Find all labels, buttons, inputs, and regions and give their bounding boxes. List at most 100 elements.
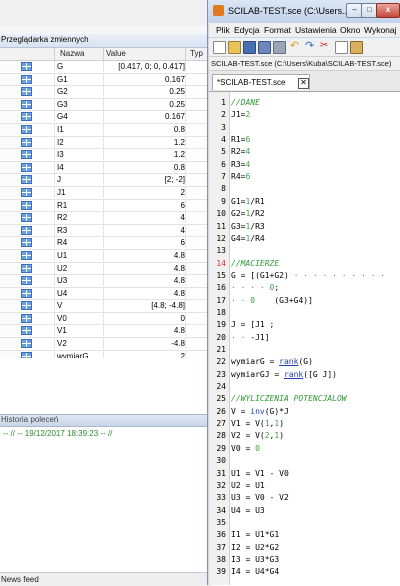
code-line[interactable]: 6 R3=4	[209, 160, 400, 172]
code-line[interactable]: 1 //DANE	[209, 98, 400, 110]
code-line[interactable]: 16 · · · · 0;	[209, 283, 400, 295]
menu-format[interactable]: Format	[264, 25, 291, 35]
code-line[interactable]: 5 R2=4	[209, 147, 400, 159]
variable-row[interactable]: R4 6	[0, 237, 212, 250]
variable-row[interactable]: V [4.8; -4.8]	[0, 300, 212, 313]
variable-row[interactable]: I3 1.2	[0, 149, 212, 162]
code-line[interactable]: 19 J = [J1 ;	[209, 320, 400, 332]
cell-divider	[54, 300, 55, 312]
code-line[interactable]: 3	[209, 123, 400, 135]
cut-icon[interactable]: ✂	[320, 41, 331, 52]
code-line[interactable]: 2 J1=2	[209, 110, 400, 122]
variable-name: U1	[57, 250, 68, 260]
code-line[interactable]: 12 G4=1/R4	[209, 234, 400, 246]
history-entry[interactable]: -- // -- 19/12/2017 18:39:23 -- //	[3, 429, 112, 438]
undo-icon[interactable]: ↶	[290, 41, 301, 52]
code-line[interactable]: 35	[209, 518, 400, 530]
code-token: ([G J])	[303, 369, 337, 379]
code-line[interactable]: 25 //WYLICZENIA POTENCJALOW	[209, 394, 400, 406]
column-divider[interactable]	[103, 48, 104, 60]
copy-icon[interactable]	[335, 41, 348, 54]
tab-close-icon[interactable]: ✕	[298, 78, 309, 89]
row-header	[0, 199, 20, 211]
code-line[interactable]: 31 U1 = V1 - V0	[209, 469, 400, 481]
code-line[interactable]: 7 R4=6	[209, 172, 400, 184]
variable-row[interactable]: G [0.417, 0; 0, 0.417]	[0, 61, 212, 74]
variable-row[interactable]: G4 0.167	[0, 111, 212, 124]
code-line[interactable]: 9 G1=1/R1	[209, 197, 400, 209]
variable-row[interactable]: U2 4.8	[0, 262, 212, 276]
code-line[interactable]: 10 G2=1/R2	[209, 209, 400, 221]
variable-row[interactable]: J [2; -2]	[0, 174, 212, 187]
code-line[interactable]: 22 wymiarG = rank(G)	[209, 357, 400, 369]
variable-row[interactable]: I2 1.2	[0, 136, 212, 150]
code-line[interactable]: 38 I3 = U3*G3	[209, 555, 400, 567]
tab-scilab-test[interactable]: *SCILAB-TEST.sce ✕	[212, 74, 310, 90]
code-line[interactable]: 8	[209, 184, 400, 196]
menu-okno[interactable]: Okno	[340, 25, 360, 35]
variable-row[interactable]: U1 4.8	[0, 249, 212, 263]
code-line[interactable]: 37 I2 = U2*G2	[209, 543, 400, 555]
code-editor[interactable]: 1//DANE 2 J1=2 3 4 R1=6 5 R2=4 6 R3=4 7 R4=6 8 9 G1=1/…	[209, 92, 400, 585]
column-header-type[interactable]: Typ	[190, 49, 203, 58]
variable-row[interactable]: R2 4	[0, 212, 212, 225]
code-line[interactable]: 28 V2 = V(2,1)	[209, 431, 400, 443]
code-line[interactable]: 29 V0 = 0	[209, 444, 400, 456]
editor-titlebar[interactable]: SCILAB-TEST.sce (C:\Users... – □ x	[208, 0, 400, 22]
code-line[interactable]: 15 G = [(G1+G2) · · · · · · · · · ·	[209, 271, 400, 283]
variable-row[interactable]: V1 4.8	[0, 325, 212, 339]
code-line[interactable]: 24	[209, 382, 400, 394]
save-icon[interactable]	[243, 41, 256, 54]
paste-icon[interactable]	[350, 41, 363, 54]
column-divider[interactable]	[185, 48, 186, 60]
variable-row[interactable]: V2 -4.8	[0, 338, 212, 351]
variable-row[interactable]: G3 0.25	[0, 98, 212, 112]
variable-row[interactable]: I4 0.8	[0, 161, 212, 175]
variable-row[interactable]: U3 4.8	[0, 275, 212, 288]
save-as-icon[interactable]	[258, 41, 271, 54]
variable-row[interactable]: G1 0.167	[0, 73, 212, 87]
new-file-icon[interactable]	[213, 41, 226, 54]
code-line[interactable]: 39 I4 = U4*G4	[209, 567, 400, 579]
menu-ustawienia[interactable]: Ustawienia	[295, 25, 337, 35]
code-line[interactable]: 11 G3=1/R3	[209, 222, 400, 234]
news-feed-header[interactable]: News feed	[0, 572, 212, 586]
code-line[interactable]: 21	[209, 345, 400, 357]
column-header-name[interactable]: Nazwa	[60, 49, 84, 58]
cell-divider	[185, 111, 186, 123]
variable-row[interactable]: J1 2	[0, 186, 212, 200]
code-line[interactable]: 13	[209, 246, 400, 258]
code-line[interactable]: 4 R1=6	[209, 135, 400, 147]
matrix-type-icon	[21, 263, 32, 273]
cell-divider	[54, 111, 55, 123]
code-line[interactable]: 33 U3 = V0 - V2	[209, 493, 400, 505]
variable-row[interactable]: G2 0.25	[0, 86, 212, 99]
code-line[interactable]: 34 U4 = U3	[209, 506, 400, 518]
variable-row[interactable]: R1 6	[0, 199, 212, 213]
menu-wykonaj[interactable]: Wykonaj	[364, 25, 397, 35]
variable-row[interactable]: U4 4.8	[0, 287, 212, 301]
code-line[interactable]: 32 U2 = U1	[209, 481, 400, 493]
variable-row[interactable]: R3 4	[0, 224, 212, 238]
redo-icon[interactable]: ↷	[305, 41, 316, 52]
code-line[interactable]: 36 I1 = U1*G1	[209, 530, 400, 542]
close-button[interactable]: x	[376, 3, 400, 18]
code-line[interactable]: 17 · · 0 (G3+G4)]	[209, 296, 400, 308]
code-line[interactable]: 14 //MACIERZE	[209, 259, 400, 271]
code-line[interactable]: 26 V = inv(G)*J	[209, 407, 400, 419]
code-line[interactable]: 27 V1 = V(1,1)	[209, 419, 400, 431]
menu-plik[interactable]: Plik	[216, 25, 230, 35]
print-icon[interactable]	[273, 41, 286, 54]
code-line[interactable]: 20 · · -J1]	[209, 333, 400, 345]
column-divider[interactable]	[54, 48, 55, 60]
code-text: I4 = U4*G4	[231, 567, 279, 576]
code-line[interactable]: 18	[209, 308, 400, 320]
open-folder-icon[interactable]	[228, 41, 241, 54]
menu-edycja[interactable]: Edycja	[234, 25, 260, 35]
code-token: · · · ·	[231, 283, 270, 293]
code-line[interactable]: 23 wymiarGJ = rank([G J])	[209, 370, 400, 382]
variable-row[interactable]: I1 0.8	[0, 123, 212, 137]
code-line[interactable]: 30	[209, 456, 400, 468]
column-header-value[interactable]: Value	[106, 49, 126, 58]
variable-row[interactable]: V0 0	[0, 312, 212, 326]
